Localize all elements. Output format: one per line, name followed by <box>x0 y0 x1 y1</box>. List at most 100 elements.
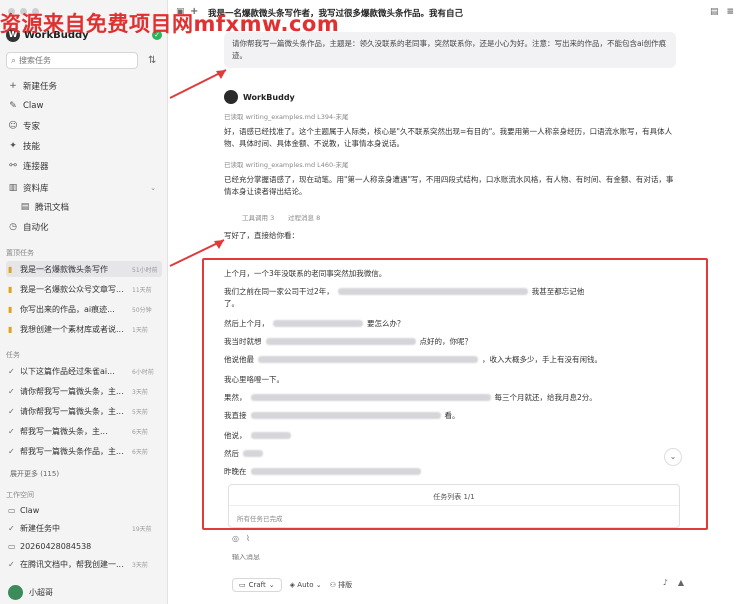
scroll-down-button[interactable]: ⌄ <box>664 448 682 466</box>
sidebar-item-new-task[interactable]: + 新建任务 <box>6 77 162 94</box>
expert-icon: ☺ <box>8 120 18 131</box>
article-text: 我当时就想 <box>224 337 262 346</box>
article-line: 然后上个月， 要怎么办？ <box>224 318 405 329</box>
model-dropdown[interactable]: ◈ Auto ⌄ <box>290 581 322 589</box>
main-panel: ▣ + 我是一名爆款微头条写作者，我写过很多爆款微头条作品。我有自己 ▤ ≡ 请… <box>168 0 744 604</box>
article-line: 我心里咯噔一下。 <box>224 374 284 385</box>
filter-icon[interactable]: ⇅ <box>148 55 156 66</box>
section-workspace: 工作空间 <box>6 491 34 499</box>
check-icon: ✓ <box>8 406 15 416</box>
workspace-title: 在腾讯文档中，帮我创建一... <box>20 559 124 569</box>
mode-dropdown[interactable]: ▭ Craft ⌄ <box>232 578 282 592</box>
process-messages-chip[interactable]: 过程消息 8 <box>288 212 320 222</box>
microphone-icon[interactable]: ♪ <box>663 578 668 587</box>
workspace-item[interactable]: ✓ 在腾讯文档中，帮我创建一... 3天前 <box>6 556 162 572</box>
tool-calls-chip[interactable]: 工具调用 3 <box>242 212 274 222</box>
chevron-down-icon[interactable]: ⌄ <box>150 184 156 192</box>
workspace-item[interactable]: ▭ 20260428084538 <box>6 538 162 554</box>
bot-paragraph: 好，语感已经找准了。这个主题属于人际类，核心是"久不联系突然出现=有目的"。我要… <box>224 127 673 148</box>
file-read-note[interactable]: 已读取 writing_examples.md L460-末尾 <box>224 159 349 169</box>
message-input[interactable] <box>232 554 532 561</box>
search-input[interactable] <box>19 56 130 65</box>
search-icon: ⌕ <box>11 55 17 66</box>
file-read-note[interactable]: 已读取 writing_examples.md L394-末尾 <box>224 111 349 121</box>
task-item[interactable]: ▮ 我是一名爆款公众号文章写... 11天前 <box>6 281 162 297</box>
article-line: 他说， <box>224 430 291 441</box>
blurred-text <box>250 394 491 401</box>
article-text: 我直接 <box>224 411 247 420</box>
sidebar-item-claw[interactable]: ✎ Claw <box>6 97 162 114</box>
pin-icon: ▮ <box>8 264 13 274</box>
task-item[interactable]: ▮ 我是一名爆款微头条写作 51小时前 <box>6 261 162 277</box>
folder-icon: ▭ <box>8 541 16 551</box>
attach-icon[interactable]: ⌇ <box>246 534 250 543</box>
workspace-time: 19天前 <box>132 525 152 533</box>
task-time: 50分钟 <box>132 306 152 314</box>
task-list-panel[interactable]: 任务列表 1/1 所有任务已完成 <box>228 484 680 528</box>
sidebar-item-connectors[interactable]: ⚯ 连接器 <box>6 157 162 174</box>
layout-icon[interactable]: ▤ <box>710 7 719 17</box>
sidebar-item-label: 腾讯文档 <box>35 202 70 213</box>
sidebar-item-automation[interactable]: ◷ 自动化 <box>6 218 162 235</box>
workspace-title: Claw <box>20 505 40 515</box>
at-icon[interactable]: ◎ <box>232 534 239 543</box>
sidebar-item-label: 资料库 <box>23 183 49 194</box>
folder-icon: ▭ <box>8 505 16 515</box>
user-profile[interactable]: 小超哥 <box>8 585 53 600</box>
task-panel-title: 任务列表 1/1 <box>433 493 475 501</box>
sidebar-item-tencent-docs[interactable]: ▤ 腾讯文档 <box>18 198 162 215</box>
section-pinned: 置顶任务 <box>6 249 34 257</box>
task-item[interactable]: ✓ 以下这篇作品经过朱雀ai... 6小时前 <box>6 363 162 379</box>
chevron-down-icon: ⌄ <box>268 581 275 589</box>
article-text: 果然， <box>224 393 247 402</box>
search-box[interactable]: ⌕ <box>6 52 138 69</box>
task-title: 你写出来的作品，ai痕迹... <box>20 304 115 314</box>
article-text: 我们之前在同一家公司干过2年， <box>224 287 334 296</box>
article-text: 他说， <box>224 431 247 440</box>
article-text: 上个月，一个3年没联系的老同事突然加我微信。 <box>224 269 387 278</box>
article-text: 每三个月就还，给我月息2分。 <box>494 393 597 402</box>
divider <box>229 505 679 506</box>
pin-icon: ▮ <box>8 324 13 334</box>
composer-tools: ◎ ⌇ <box>232 534 250 543</box>
article-text: 然后上个月， <box>224 319 269 328</box>
sidebar-item-skills[interactable]: ✦ 技能 <box>6 137 162 154</box>
plan-toggle[interactable]: ⚇ 排版 <box>330 580 353 590</box>
task-time: 5天前 <box>132 408 148 416</box>
article-text: 我心里咯噔一下。 <box>224 375 284 384</box>
blurred-text <box>250 412 441 419</box>
blurred-text <box>265 338 416 345</box>
composer-actions: ♪ ▲ <box>663 578 684 587</box>
article-text: 我甚至都忘记他 <box>531 287 585 296</box>
send-icon[interactable]: ▲ <box>678 578 684 587</box>
menu-icon[interactable]: ≡ <box>726 7 734 17</box>
task-title: 请你帮我写一篇微头条，主... <box>20 406 124 416</box>
task-item[interactable]: ▮ 你写出来的作品，ai痕迹... 50分钟 <box>6 301 162 317</box>
sidebar-item-label: 连接器 <box>23 161 49 172</box>
sidebar-item-label: 技能 <box>23 141 41 152</box>
skills-icon: ✦ <box>9 140 17 151</box>
pin-icon: ▮ <box>8 304 13 314</box>
show-more-link[interactable]: 展开更多 (115) <box>10 469 59 479</box>
user-name: 小超哥 <box>29 588 53 597</box>
article-text: 要怎么办？ <box>367 319 405 328</box>
bot-paragraph: 已经充分掌握语感了，现在动笔。用"第一人称亲身遭遇"写，不用四段式结构，口水账流… <box>224 175 674 196</box>
task-title: 帮我写一篇微头条作品，主... <box>20 446 124 456</box>
task-title: 我是一名爆款微头条写作 <box>20 264 108 274</box>
task-item[interactable]: ✓ 请你帮我写一篇微头条，主... 3天前 <box>6 383 162 399</box>
article-line: 了。 <box>224 298 239 309</box>
article-output: 上个月，一个3年没联系的老同事突然加我微信。 我们之前在同一家公司干过2年， 我甚… <box>202 258 708 530</box>
task-item[interactable]: ▮ 我想创建一个素材库或者说... 1天前 <box>6 321 162 337</box>
task-item[interactable]: ✓ 请你帮我写一篇微头条，主... 5天前 <box>6 403 162 419</box>
watermark: 资源来自免费项目网mfxmw.com <box>0 12 340 36</box>
workspace-item[interactable]: ✓ 新建任务中 19天前 <box>6 520 162 536</box>
pin-icon: ▮ <box>8 284 13 294</box>
task-item[interactable]: ✓ 帮我写一篇微头条，主... 6天前 <box>6 423 162 439</box>
task-time: 6天前 <box>132 428 148 436</box>
article-text: 点好的，你呢？ <box>419 337 473 346</box>
task-item[interactable]: ✓ 帮我写一篇微头条作品，主... 6天前 <box>6 443 162 459</box>
task-time: 6小时前 <box>132 368 154 376</box>
sidebar-item-expert[interactable]: ☺ 专家 <box>6 117 162 134</box>
workspace-item[interactable]: ▭ Claw <box>6 502 162 518</box>
sidebar-item-library[interactable]: ▥ 资料库 ⌄ <box>6 179 162 196</box>
